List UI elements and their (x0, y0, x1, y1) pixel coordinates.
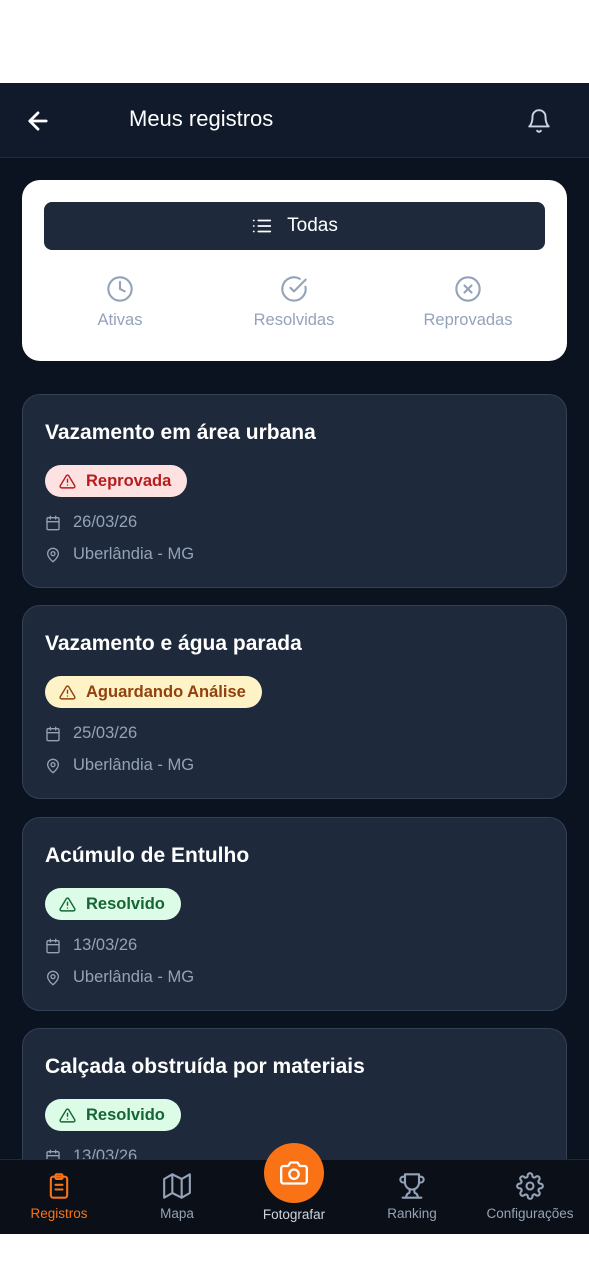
status-badge: Resolvido (45, 888, 181, 920)
status-badge-label: Resolvido (86, 894, 165, 913)
gear-icon (516, 1172, 544, 1200)
filter-active[interactable]: Ativas (45, 275, 195, 330)
trophy-icon (399, 1173, 425, 1199)
clock-icon (107, 276, 133, 302)
status-badge-label: Reprovada (86, 471, 172, 490)
warning-triangle-icon (59, 473, 76, 489)
nav-item-configuracoes[interactable]: Configurações (475, 1172, 585, 1221)
nav-item-label: Mapa (160, 1206, 194, 1221)
take-photo-button[interactable] (264, 1143, 324, 1203)
record-date-text: 13/03/26 (73, 936, 138, 954)
status-badge-label: Aguardando Análise (86, 682, 246, 701)
filter-all-label: Todas (287, 215, 338, 236)
record-date-text: 26/03/26 (73, 513, 138, 531)
bell-icon (528, 109, 550, 133)
filter-rejected-label: Reprovadas (423, 311, 513, 329)
list-icon (252, 219, 272, 233)
record-location: Uberlândia - MG (45, 545, 194, 564)
filter-all-button[interactable]: Todas (44, 202, 545, 250)
record-date: 26/03/26 (45, 513, 137, 532)
calendar-icon (46, 726, 60, 741)
status-badge: Reprovada (45, 465, 188, 497)
nav-item-label: Configurações (486, 1206, 574, 1221)
record-location-text: Uberlândia - MG (73, 545, 195, 563)
nav-item-label: Ranking (387, 1206, 437, 1221)
filter-resolved-label: Resolvidas (253, 311, 335, 329)
status-filter-panel: Todas Ativas Resolvidas Reprovadas (22, 180, 567, 361)
back-button[interactable] (20, 103, 56, 139)
clipboard-icon (49, 1173, 69, 1199)
map-icon (163, 1173, 191, 1199)
warning-triangle-icon (59, 684, 76, 700)
record-date-text: 25/03/26 (73, 724, 138, 742)
calendar-icon (46, 938, 60, 953)
calendar-icon (46, 515, 60, 530)
record-card[interactable]: Vazamento e água parada Aguardando Análi… (22, 605, 567, 799)
record-location-text: Uberlândia - MG (73, 968, 195, 986)
app-screen: Meus registros Todas Ativas Resolvidas R… (0, 83, 589, 1234)
bottom-nav: Registros Mapa Fotografar Ranking Config… (0, 1143, 589, 1234)
notifications-button[interactable] (521, 103, 557, 139)
warning-triangle-icon (59, 896, 76, 912)
filter-rejected[interactable]: Reprovadas (393, 275, 543, 330)
map-pin-icon (46, 970, 60, 986)
filter-active-label: Ativas (97, 311, 143, 329)
status-badge-label: Resolvido (86, 1105, 165, 1124)
record-title: Calçada obstruída por materiais (45, 1055, 365, 1078)
nav-item-mapa[interactable]: Mapa (122, 1172, 232, 1221)
map-pin-icon (46, 758, 60, 774)
nav-item-registros[interactable]: Registros (4, 1172, 114, 1221)
take-photo-label: Fotografar (262, 1207, 326, 1222)
record-location-text: Uberlândia - MG (73, 756, 195, 774)
record-location: Uberlândia - MG (45, 968, 194, 987)
record-date: 13/03/26 (45, 936, 137, 955)
record-title: Vazamento em área urbana (45, 421, 316, 444)
filter-resolved[interactable]: Resolvidas (219, 275, 369, 330)
nav-item-label: Registros (30, 1206, 88, 1221)
record-date: 25/03/26 (45, 724, 137, 743)
record-title: Acúmulo de Entulho (45, 844, 250, 867)
arrow-left-icon (28, 111, 48, 131)
page-title: Meus registros (129, 106, 274, 131)
nav-item-ranking[interactable]: Ranking (357, 1172, 467, 1221)
record-location: Uberlândia - MG (45, 756, 194, 775)
camera-icon (280, 1161, 308, 1185)
record-title: Vazamento e água parada (45, 632, 302, 655)
top-app-bar: Meus registros (0, 83, 589, 158)
record-card[interactable]: Vazamento em área urbana Reprovada 26/03… (22, 394, 567, 588)
record-card[interactable]: Acúmulo de Entulho Resolvido 13/03/26 Ub… (22, 817, 567, 1011)
status-badge: Resolvido (45, 1099, 181, 1131)
warning-triangle-icon (59, 1107, 76, 1123)
x-circle-icon (455, 276, 481, 302)
check-circle-icon (281, 276, 307, 302)
map-pin-icon (46, 547, 60, 563)
status-badge: Aguardando Análise (45, 676, 262, 708)
